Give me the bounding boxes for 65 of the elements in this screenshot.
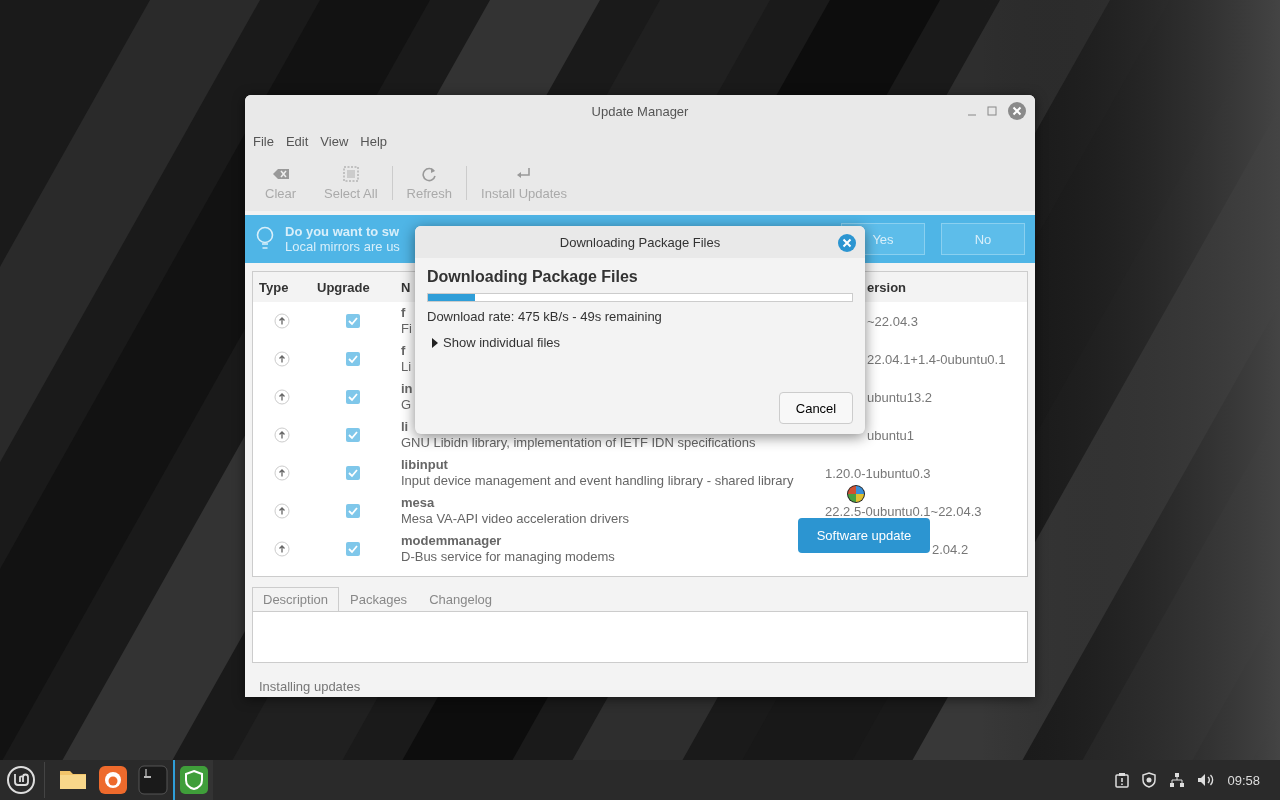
package-version: ubuntu13.2 bbox=[866, 389, 934, 405]
lightbulb-icon bbox=[255, 226, 275, 252]
shield-icon bbox=[179, 765, 209, 795]
column-header[interactable]: Type bbox=[253, 279, 311, 295]
close-icon[interactable] bbox=[1007, 101, 1027, 121]
package-version: 22.04.1+1.4-0ubuntu0.1 bbox=[866, 351, 1007, 367]
cancel-button[interactable]: Cancel bbox=[779, 392, 853, 424]
checkbox[interactable] bbox=[346, 504, 360, 518]
package-name: mesa bbox=[401, 495, 435, 511]
checkbox[interactable] bbox=[346, 352, 360, 366]
package-version: ~22.04.3 bbox=[866, 313, 919, 329]
busy-cursor-icon bbox=[846, 484, 866, 504]
package-name: modemmanager bbox=[401, 533, 502, 549]
browser-icon bbox=[98, 765, 128, 795]
menu-item[interactable]: View bbox=[316, 131, 353, 151]
checkbox[interactable] bbox=[346, 314, 360, 328]
package-name: li bbox=[401, 419, 409, 435]
package-version: ubuntu1 bbox=[866, 427, 915, 443]
menu-icon[interactable] bbox=[6, 765, 36, 795]
tab[interactable]: Description bbox=[252, 587, 340, 611]
maximize-icon[interactable] bbox=[987, 106, 997, 116]
taskbar-app[interactable] bbox=[173, 760, 213, 800]
package-version: 1.20.0-1ubuntu0.3 bbox=[824, 465, 932, 481]
menu-item[interactable]: Edit bbox=[281, 131, 313, 151]
download-rate: Download rate: 475 kB/s - 49s remaining bbox=[427, 309, 663, 324]
volume-icon[interactable] bbox=[1197, 772, 1216, 788]
expander[interactable]: Show individual files bbox=[427, 331, 565, 354]
package-name: f bbox=[401, 343, 406, 359]
checkbox[interactable] bbox=[346, 390, 360, 404]
tab[interactable]: Packages bbox=[339, 587, 419, 611]
checkbox[interactable] bbox=[346, 542, 360, 556]
refresh-icon bbox=[420, 165, 439, 182]
banner-text: Local mirrors are us bbox=[285, 239, 400, 254]
clipboard-icon[interactable] bbox=[1115, 772, 1130, 788]
tab[interactable]: Changelog bbox=[418, 587, 503, 611]
notification-button[interactable]: Software update bbox=[798, 518, 930, 553]
package-description: G bbox=[401, 397, 412, 413]
select-icon bbox=[341, 165, 360, 182]
terminal-icon bbox=[138, 765, 168, 795]
network-icon[interactable] bbox=[1169, 772, 1186, 788]
package-description: GNU Libidn library, implementation of IETF IDN specifications bbox=[401, 435, 756, 451]
close-icon[interactable] bbox=[837, 233, 857, 253]
triangle-icon bbox=[431, 337, 439, 348]
package-name: in bbox=[401, 381, 413, 397]
dialog-title: Downloading Package Files bbox=[559, 234, 721, 250]
window-title: Update Manager bbox=[591, 103, 689, 119]
package-description: D-Bus service for managing modems bbox=[401, 549, 615, 565]
package-description: Mesa VA-API video acceleration drivers bbox=[401, 511, 630, 527]
package-version: 22.2.5-0ubuntu0.1~22.04.3 bbox=[824, 503, 983, 519]
package-name: libinput bbox=[401, 457, 448, 473]
checkbox[interactable] bbox=[346, 466, 360, 480]
package-version: 2.04.2 bbox=[931, 541, 970, 557]
shield-icon[interactable] bbox=[1141, 772, 1158, 788]
package-description: Fi bbox=[401, 321, 412, 337]
package-name: f bbox=[401, 305, 406, 321]
menu-item[interactable]: File bbox=[249, 131, 278, 151]
clock[interactable]: 09:58 bbox=[1227, 772, 1260, 788]
package-description: Li bbox=[401, 359, 412, 375]
checkbox[interactable] bbox=[346, 428, 360, 442]
status-text: Installing updates bbox=[258, 678, 362, 694]
package-description: Input device management and event handling library - shared library bbox=[401, 473, 794, 489]
banner-title: Do you want to sw bbox=[285, 224, 400, 239]
dialog-heading: Downloading Package Files bbox=[427, 268, 639, 286]
column-header[interactable]: Upgrade bbox=[311, 279, 395, 295]
menu-item[interactable]: Help bbox=[356, 131, 392, 151]
